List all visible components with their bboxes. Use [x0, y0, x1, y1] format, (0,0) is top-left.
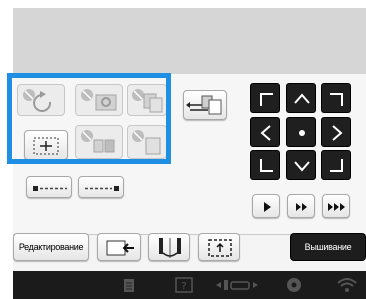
- needle-button[interactable]: [148, 233, 190, 261]
- arrow-down-right-icon: [330, 159, 343, 172]
- frame-move-icon[interactable]: [214, 271, 260, 299]
- arrow-down-left-icon: [260, 159, 273, 172]
- trial-frame-icon: [208, 239, 232, 257]
- move-up-left-button[interactable]: [250, 83, 280, 113]
- copy-button[interactable]: [127, 84, 167, 116]
- move-up-button[interactable]: [286, 83, 316, 113]
- pattern-settings-icon: [81, 89, 117, 111]
- sew-button-label: Вышивание: [304, 242, 352, 252]
- fast-forward-button[interactable]: [287, 194, 315, 218]
- group-button[interactable]: [75, 125, 123, 159]
- arrange-icon: [132, 130, 161, 155]
- copy-icon: [132, 89, 163, 113]
- edit-button-label: Редактирование: [18, 242, 84, 252]
- needle-icon: [159, 238, 181, 258]
- settings-icon[interactable]: [283, 271, 305, 299]
- arrow-up-icon: [294, 93, 310, 104]
- skip-forward-button[interactable]: [322, 194, 350, 218]
- move-down-left-button[interactable]: [250, 150, 280, 180]
- align-button[interactable]: [183, 90, 227, 120]
- page-icon[interactable]: [121, 271, 137, 299]
- line-left-icon: [33, 186, 67, 191]
- play-icon: [264, 202, 271, 212]
- move-down-button[interactable]: [286, 150, 316, 180]
- arrow-down-icon: [294, 161, 310, 172]
- line-left-button[interactable]: [26, 176, 72, 198]
- footer-bar: ?: [13, 271, 366, 299]
- pattern-preview-area: [13, 8, 366, 74]
- insert-button[interactable]: [97, 233, 141, 261]
- line-right-icon: [85, 186, 119, 191]
- fast-forward-icon: [296, 203, 307, 211]
- move-up-right-button[interactable]: [321, 83, 351, 113]
- trial-button[interactable]: [198, 233, 240, 261]
- align-icon: [186, 95, 222, 115]
- center-dot-icon: [299, 130, 305, 136]
- play-button[interactable]: [252, 194, 280, 218]
- arrow-up-right-icon: [330, 93, 343, 106]
- rotate-button[interactable]: [17, 84, 65, 116]
- skip-forward-icon: [328, 203, 345, 211]
- svg-text:?: ?: [181, 281, 186, 292]
- help-icon[interactable]: ?: [174, 271, 194, 299]
- insert-icon: [106, 240, 134, 256]
- wifi-icon[interactable]: [335, 271, 359, 299]
- arrow-left-icon: [260, 125, 271, 141]
- move-center-button[interactable]: [286, 117, 316, 147]
- arrow-right-icon: [332, 125, 343, 141]
- sew-button[interactable]: Вышивание: [290, 233, 366, 261]
- move-right-button[interactable]: [321, 117, 351, 147]
- move-down-right-button[interactable]: [321, 150, 351, 180]
- move-left-button[interactable]: [250, 117, 280, 147]
- group-icon: [81, 130, 115, 153]
- edit-button[interactable]: Редактирование: [13, 233, 89, 261]
- arrow-up-left-icon: [260, 93, 273, 106]
- center-button[interactable]: [24, 130, 68, 160]
- arrange-button[interactable]: [127, 125, 167, 159]
- pattern-settings-button[interactable]: [75, 84, 123, 116]
- rotate-icon: [23, 89, 52, 112]
- line-right-button[interactable]: [78, 176, 124, 198]
- center-icon: [33, 137, 59, 155]
